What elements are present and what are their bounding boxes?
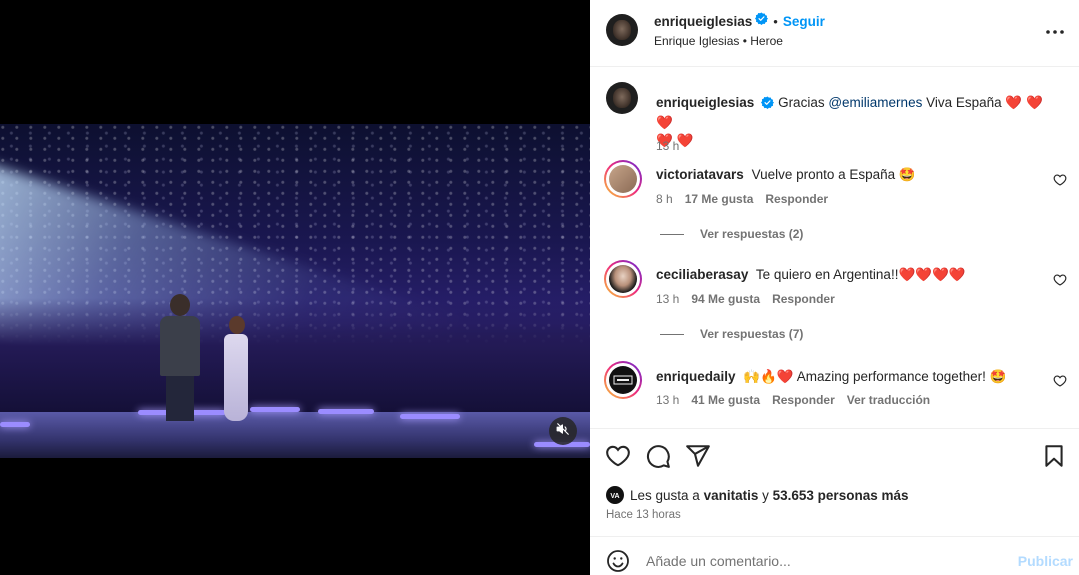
- vanitatis-logo-icon: VA: [610, 493, 619, 500]
- avatar[interactable]: [604, 260, 642, 298]
- likes-prefix: Les gusta a: [630, 487, 700, 503]
- comment-item: victoriatavars Vuelve pronto a España 🤩 …: [590, 160, 1079, 241]
- view-replies-button[interactable]: Ver respuestas (7): [660, 327, 803, 341]
- stage-light: [318, 409, 374, 414]
- more-options-button[interactable]: [1043, 22, 1067, 42]
- comment-username[interactable]: enriquedaily: [656, 369, 736, 384]
- mute-toggle-button[interactable]: [549, 417, 577, 445]
- view-replies-button[interactable]: Ver respuestas (2): [660, 227, 803, 241]
- comment-likes[interactable]: 41 Me gusta: [691, 393, 760, 407]
- likes-others[interactable]: 53.653 personas más: [773, 488, 909, 503]
- post-header: enriqueiglesias • Seguir Enrique Iglesia…: [590, 0, 1079, 67]
- comment-username[interactable]: victoriatavars: [656, 167, 744, 182]
- comment-item: ceciliaberasay Te quiero en Argentina!!❤…: [590, 260, 1079, 341]
- comment-bubble-icon: [645, 445, 671, 473]
- comment-text: 🙌🔥❤️ Amazing performance together! 🤩: [743, 369, 1007, 384]
- heart-icon: [605, 445, 631, 473]
- post-actions: VA Les gusta a vanitatis y 53.653 person…: [590, 428, 1079, 536]
- like-button[interactable]: [605, 443, 631, 469]
- stage-light: [0, 422, 30, 427]
- concert-video[interactable]: [0, 124, 590, 458]
- comment-meta: 8 h 17 Me gusta Responder: [656, 192, 828, 206]
- reply-button[interactable]: Responder: [772, 292, 835, 306]
- reply-button[interactable]: Responder: [772, 393, 835, 407]
- bookmark-icon: [1041, 445, 1067, 473]
- comment-button[interactable]: [645, 443, 671, 469]
- view-replies-label: Ver respuestas (7): [700, 327, 804, 341]
- comment-likes[interactable]: 94 Me gusta: [691, 292, 760, 306]
- verified-badge-icon: [761, 96, 775, 114]
- avatar[interactable]: [604, 160, 642, 198]
- avatar[interactable]: [604, 361, 642, 399]
- likes-conjunction: y: [762, 487, 769, 503]
- comment-text: Vuelve pronto a España 🤩: [751, 167, 916, 182]
- paper-plane-icon: [685, 445, 711, 473]
- header-username[interactable]: enriqueiglesias: [654, 14, 752, 29]
- heart-outline-icon: [1053, 375, 1067, 392]
- comment-time[interactable]: 13 h: [656, 393, 679, 407]
- share-button[interactable]: [685, 443, 711, 469]
- caption-time[interactable]: 13 h: [656, 139, 679, 153]
- replies-line: [660, 333, 684, 335]
- avatar[interactable]: VA: [606, 486, 624, 504]
- stage-light: [250, 407, 300, 412]
- post-time[interactable]: Hace 13 horas: [606, 509, 681, 521]
- enriquedaily-logo-icon: [613, 375, 633, 385]
- video-crowd: [0, 298, 590, 418]
- separator-dot: •: [773, 13, 778, 29]
- caption: enriqueiglesias Gracias @emiliamernes Vi…: [590, 80, 1079, 153]
- comment-time[interactable]: 8 h: [656, 192, 673, 206]
- verified-badge-icon: [755, 12, 769, 30]
- add-comment-bar: Publicar: [590, 536, 1079, 575]
- header-subtitle[interactable]: Enrique Iglesias • Heroe: [654, 34, 783, 48]
- heart-outline-icon: [1053, 174, 1067, 191]
- caption-meta: 13 h: [656, 139, 679, 153]
- save-button[interactable]: [1041, 443, 1067, 469]
- comment-likes[interactable]: 17 Me gusta: [685, 192, 754, 206]
- translate-button[interactable]: Ver traducción: [847, 393, 930, 407]
- smiley-icon: [606, 550, 630, 575]
- avatar[interactable]: [606, 82, 638, 114]
- performer-figure: [160, 294, 200, 421]
- like-comment-button[interactable]: [1053, 173, 1067, 187]
- comment-text: Te quiero en Argentina!!❤️❤️❤️❤️: [755, 267, 966, 282]
- volume-muted-icon: [556, 422, 570, 441]
- more-horizontal-icon: [1043, 29, 1067, 46]
- mention-link[interactable]: @emiliamernes: [828, 95, 922, 110]
- avatar[interactable]: [606, 14, 638, 46]
- comments-list: enriqueiglesias Gracias @emiliamernes Vi…: [590, 68, 1079, 428]
- reply-button[interactable]: Responder: [765, 192, 828, 206]
- svg-text:VA: VA: [610, 493, 619, 500]
- like-comment-button[interactable]: [1053, 273, 1067, 287]
- comment-username[interactable]: ceciliaberasay: [656, 267, 748, 282]
- caption-username[interactable]: enriqueiglesias: [656, 95, 754, 110]
- caption-text: Gracias: [778, 95, 825, 110]
- comment-time[interactable]: 13 h: [656, 292, 679, 306]
- likes-user[interactable]: vanitatis: [704, 488, 759, 503]
- comment-input[interactable]: [646, 549, 1006, 573]
- publish-button[interactable]: Publicar: [1018, 553, 1073, 569]
- emoji-button[interactable]: [606, 549, 630, 573]
- likes-summary: VA Les gusta a vanitatis y 53.653 person…: [606, 486, 908, 504]
- caption-text: Viva España: [926, 95, 1002, 110]
- post-details-panel: enriqueiglesias • Seguir Enrique Iglesia…: [590, 0, 1079, 575]
- replies-line: [660, 233, 684, 235]
- follow-button[interactable]: Seguir: [783, 14, 825, 29]
- performer-figure: [224, 316, 250, 421]
- view-replies-label: Ver respuestas (2): [700, 227, 804, 241]
- comment-meta: 13 h 41 Me gusta Responder Ver traducció…: [656, 393, 930, 407]
- stage-light: [400, 414, 460, 419]
- like-comment-button[interactable]: [1053, 374, 1067, 388]
- comment-item: enriquedaily 🙌🔥❤️ Amazing performance to…: [590, 361, 1079, 421]
- heart-outline-icon: [1053, 274, 1067, 291]
- video-stage: [0, 412, 590, 458]
- comment-meta: 13 h 94 Me gusta Responder: [656, 292, 835, 306]
- media-panel: [0, 0, 590, 575]
